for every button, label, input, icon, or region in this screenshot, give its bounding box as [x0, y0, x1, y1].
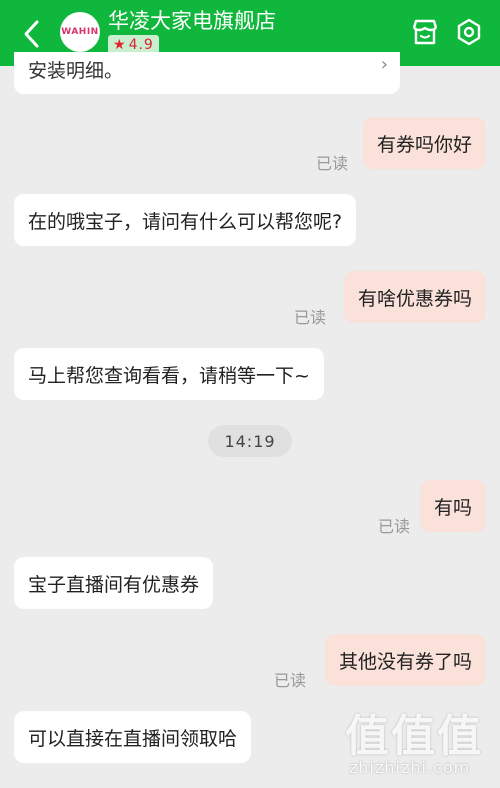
order-detail-card[interactable]: 安装明细。 ›: [14, 52, 400, 94]
message-bubble-outgoing[interactable]: 其他没有券了吗: [324, 634, 486, 686]
watermark-logo: 值值值: [345, 711, 483, 762]
back-button[interactable]: [14, 16, 50, 52]
message-bubble-outgoing[interactable]: 有啥优惠券吗: [343, 271, 486, 323]
chevron-right-icon: ›: [380, 54, 388, 75]
site-watermark: 值值值 zhizhizhi.com: [345, 700, 495, 788]
read-receipt: 已读: [294, 308, 327, 327]
chevron-left-icon: [24, 20, 39, 48]
star-icon: ★: [113, 36, 127, 53]
store-icon: [412, 19, 438, 45]
read-receipt: 已读: [316, 154, 349, 173]
shop-logo[interactable]: WAHIN: [60, 12, 100, 52]
chat-timestamp: 14:19: [208, 425, 292, 457]
store-button[interactable]: [407, 14, 443, 50]
read-receipt: 已读: [378, 517, 411, 536]
message-bubble-outgoing[interactable]: 有吗: [419, 480, 486, 532]
message-bubble-outgoing[interactable]: 有券吗你好: [362, 117, 486, 169]
message-bubble-incoming[interactable]: 马上帮您查询看看，请稍等一下~: [14, 348, 324, 400]
settings-button[interactable]: [451, 14, 487, 50]
shop-logo-text: WAHIN: [61, 27, 99, 37]
watermark-url: zhizhizhi.com: [349, 758, 471, 777]
order-detail-text: 安装明细。: [28, 60, 124, 82]
message-bubble-incoming[interactable]: 在的哦宝子，请问有什么可以帮您呢?: [14, 194, 357, 246]
shop-name[interactable]: 华凌大家电旗舰店: [108, 5, 276, 35]
read-receipt: 已读: [274, 671, 307, 690]
settings-hexagon-icon: [457, 18, 481, 46]
message-bubble-incoming[interactable]: 宝子直播间有优惠券: [14, 557, 214, 609]
shop-rating-value: 4.9: [128, 36, 154, 53]
message-bubble-incoming[interactable]: 可以直接在直播间领取哈: [14, 711, 252, 763]
